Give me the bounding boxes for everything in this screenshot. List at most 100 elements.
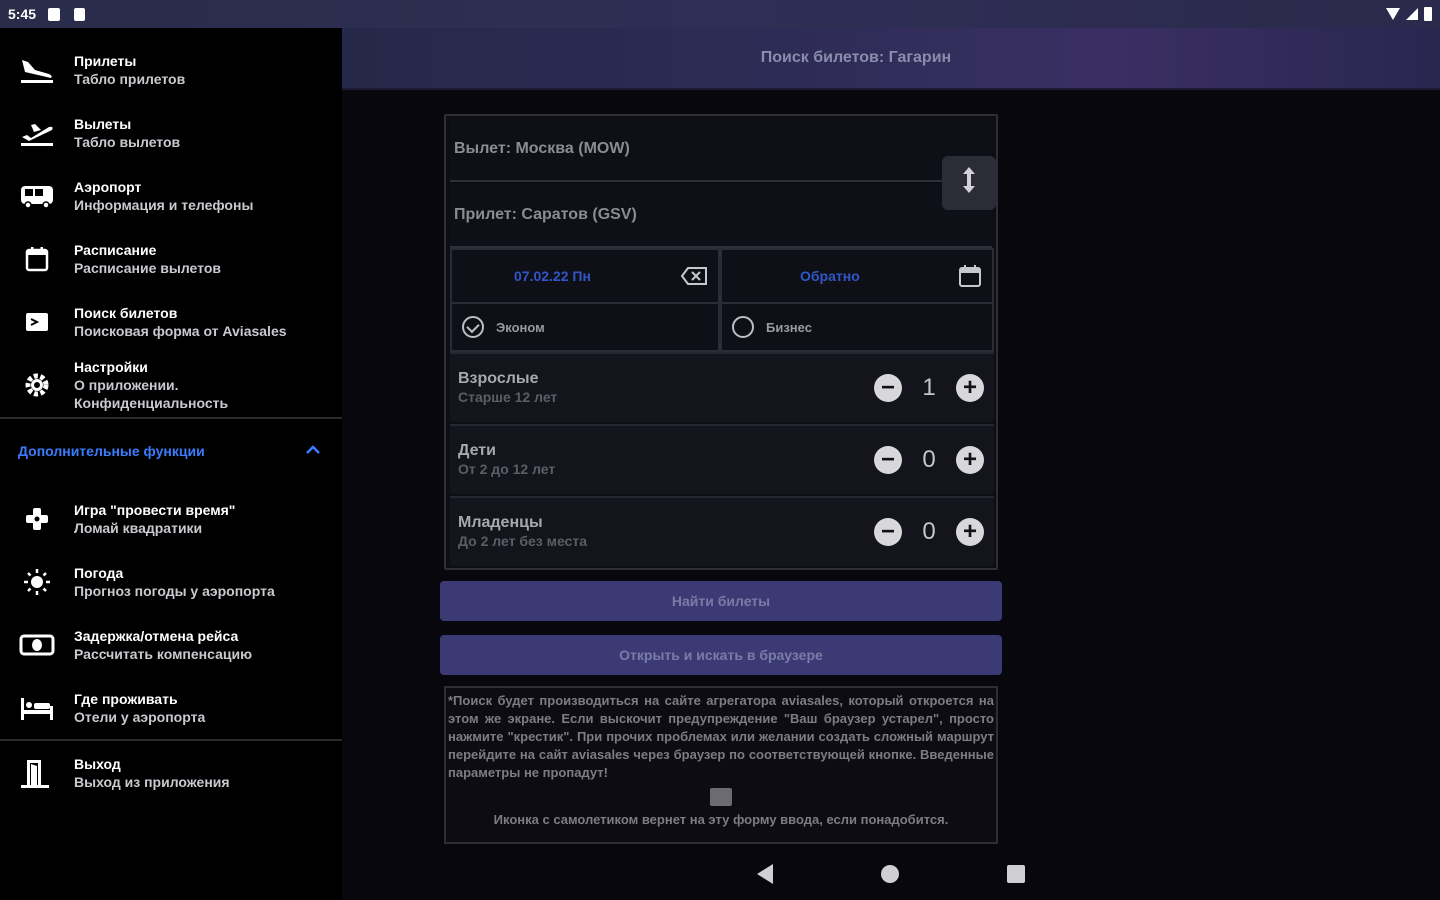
passenger-count: 1 xyxy=(922,374,936,401)
app-screen: 5:45 Поиск билетов: Гагарин Прилеты Табл… xyxy=(0,0,1440,900)
recent-apps-icon[interactable] xyxy=(1007,865,1025,883)
nav-item-subtitle: Табло вылетов xyxy=(74,133,181,150)
minus-icon[interactable]: − xyxy=(874,446,902,474)
passenger-row-children: Дети От 2 до 12 лет − 0 + xyxy=(450,424,994,494)
passenger-label: Дети xyxy=(458,442,496,459)
nav-item-title: Задержка/отмена рейса xyxy=(74,627,239,644)
date-there-field[interactable]: 07.02.22 Пн xyxy=(450,248,720,304)
passenger-label: Взрослые xyxy=(458,370,539,387)
nav-item-compensation[interactable]: Задержка/отмена рейса Рассчитать компенс… xyxy=(0,613,342,676)
info-note: *Поиск будет производиться на сайте агре… xyxy=(444,686,998,844)
plus-icon[interactable]: + xyxy=(956,446,984,474)
date-back-text: Обратно xyxy=(800,268,860,284)
nav-item-title: Погода xyxy=(74,564,124,581)
passenger-count: 0 xyxy=(922,446,936,473)
nav-item-subtitle: Ломай квадратики xyxy=(74,519,203,536)
nav-item-title: Аэропорт xyxy=(74,178,142,195)
cash-icon xyxy=(18,629,56,661)
nav-item-hotels[interactable]: Где проживать Отели у аэропорта xyxy=(0,676,342,739)
swap-cities-button[interactable] xyxy=(942,156,996,210)
gear-icon xyxy=(18,369,56,401)
status-time: 5:45 xyxy=(8,6,37,22)
nav-item-game[interactable]: Игра "провести время" Ломай квадратики xyxy=(0,487,342,550)
calendar-icon[interactable] xyxy=(958,264,982,288)
passenger-hint: До 2 лет без места xyxy=(458,533,587,549)
minus-icon[interactable]: − xyxy=(874,374,902,402)
passenger-row-adults: Взрослые Старше 12 лет − 1 + xyxy=(450,352,994,422)
economy-radio[interactable] xyxy=(462,316,484,338)
nav-item-title: Игра "провести время" xyxy=(74,501,236,518)
sun-icon xyxy=(18,566,56,598)
find-tickets-button[interactable]: Найти билеты xyxy=(440,581,1002,621)
chevron-up-icon xyxy=(306,442,320,460)
class-business-option[interactable]: Бизнес xyxy=(720,302,994,352)
status-bar: 5:45 xyxy=(0,0,1440,28)
plus-icon[interactable]: + xyxy=(956,518,984,546)
nav-item-subtitle: Выход из приложения xyxy=(74,773,230,790)
nav-item-title: Расписание xyxy=(74,241,157,258)
nav-item-subtitle: Информация и телефоны xyxy=(74,196,254,213)
section-label: Дополнительные функции xyxy=(18,443,205,459)
class-economy-option[interactable]: Эконом xyxy=(450,302,720,352)
nav-item-subtitle: Прогноз погоды у аэропорта xyxy=(74,582,275,599)
battery-icon xyxy=(1424,7,1432,21)
economy-label: Эконом xyxy=(496,319,545,335)
arrival-text: Прилет: Саратов (GSV) xyxy=(454,206,637,223)
arrival-field[interactable]: Прилет: Саратов (GSV) xyxy=(450,184,992,248)
ticket-search-icon xyxy=(18,306,56,338)
flight-land-icon xyxy=(18,54,56,86)
nav-item-title: Прилеты xyxy=(74,52,137,69)
extra-functions-header[interactable]: Дополнительные функции xyxy=(0,419,342,483)
passenger-label: Младенцы xyxy=(458,514,543,531)
nav-item-airport[interactable]: Аэропорт Информация и телефоны xyxy=(0,164,342,227)
nav-item-ticket-search[interactable]: Поиск билетов Поисковая форма от Aviasal… xyxy=(0,290,342,353)
swap-vertical-icon xyxy=(961,165,977,202)
bed-icon xyxy=(18,692,56,724)
business-label: Бизнес xyxy=(766,319,812,335)
nav-item-subtitle: Рассчитать компенсацию xyxy=(74,645,253,662)
nav-item-arrivals[interactable]: Прилеты Табло прилетов xyxy=(0,38,342,101)
nav-item-subtitle: Поисковая форма от Aviasales xyxy=(74,322,287,339)
departure-field[interactable]: Вылет: Москва (MOW) xyxy=(450,118,992,182)
passenger-hint: От 2 до 12 лет xyxy=(458,461,556,477)
nav-item-title: Поиск билетов xyxy=(74,304,178,321)
sim-card-icon xyxy=(74,7,86,21)
nav-item-title: Где проживать xyxy=(74,690,178,707)
signal-icon xyxy=(1406,8,1418,20)
passenger-count: 0 xyxy=(922,518,936,545)
nav-item-weather[interactable]: Погода Прогноз погоды у аэропорта xyxy=(0,550,342,613)
clear-date-icon[interactable] xyxy=(680,266,708,286)
page-title: Поиск билетов: Гагарин xyxy=(760,49,952,66)
nav-item-title: Выход xyxy=(74,755,121,772)
nav-item-settings[interactable]: Настройки О приложении. Конфиденциальнос… xyxy=(0,353,342,417)
nav-item-schedule[interactable]: Расписание Расписание вылетов xyxy=(0,227,342,290)
gamepad-icon xyxy=(18,503,56,535)
plus-icon[interactable]: + xyxy=(956,374,984,402)
info-footer: Иконка с самолетиком вернет на эту форму… xyxy=(493,812,949,827)
passenger-hint: Старше 12 лет xyxy=(458,389,558,405)
exit-door-icon xyxy=(18,757,56,789)
nav-item-exit[interactable]: Выход Выход из приложения xyxy=(0,741,342,804)
minus-icon[interactable]: − xyxy=(874,518,902,546)
nav-item-title: Вылеты xyxy=(74,115,132,132)
nav-item-title: Настройки xyxy=(74,359,148,375)
date-back-field[interactable]: Обратно xyxy=(720,248,994,304)
nav-item-subtitle: О приложении. Конфиденциальность xyxy=(74,377,229,411)
nav-item-departures[interactable]: Вылеты Табло вылетов xyxy=(0,101,342,164)
home-icon[interactable] xyxy=(881,865,899,883)
notification-icon xyxy=(48,7,61,21)
system-navigation-bar xyxy=(342,848,1440,900)
wifi-icon xyxy=(1386,8,1400,20)
nav-item-subtitle: Табло прилетов xyxy=(74,70,186,87)
calendar-icon xyxy=(18,243,56,275)
app-header: Поиск билетов: Гагарин xyxy=(342,28,1440,90)
ticket-search-form: Вылет: Москва (MOW) Прилет: Саратов (GSV… xyxy=(444,114,998,570)
ticket-search-icon xyxy=(710,788,732,806)
departure-text: Вылет: Москва (MOW) xyxy=(454,140,630,157)
business-radio[interactable] xyxy=(732,316,754,338)
flight-takeoff-icon xyxy=(18,117,56,149)
open-in-browser-button[interactable]: Открыть и искать в браузере xyxy=(440,635,1002,675)
info-text: *Поиск будет производиться на сайте агре… xyxy=(448,693,994,780)
back-icon[interactable] xyxy=(757,864,773,884)
passenger-row-infants: Младенцы До 2 лет без места − 0 + xyxy=(450,496,994,566)
